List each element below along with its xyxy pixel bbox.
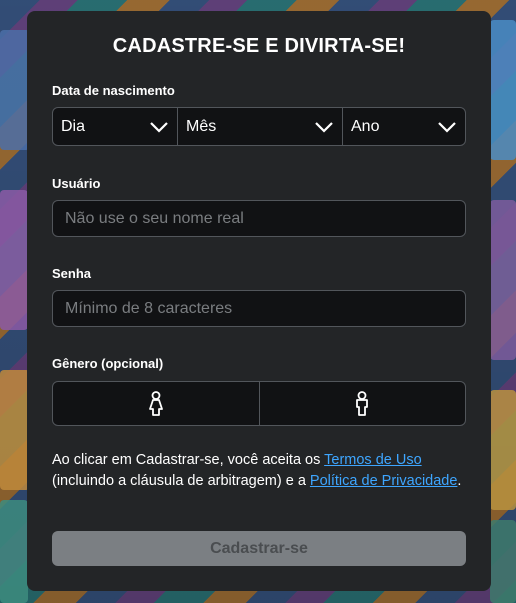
female-icon: [148, 390, 163, 416]
username-input[interactable]: Não use o seu nome real: [52, 200, 466, 237]
terms-suffix: .: [457, 473, 462, 489]
month-select[interactable]: Mês: [177, 108, 342, 145]
terms-notice: Ao clicar em Cadastrar-se, você aceita o…: [52, 450, 472, 492]
chevron-down-icon: [315, 122, 333, 133]
terms-of-use-link[interactable]: Termos de Uso: [324, 452, 422, 468]
day-select-value: Dia: [61, 118, 86, 135]
birthdate-selects: Dia Mês Ano: [52, 107, 466, 146]
password-label: Senha: [52, 266, 92, 281]
gender-female-button[interactable]: [53, 382, 259, 425]
privacy-policy-link[interactable]: Política de Privacidade: [310, 473, 458, 489]
terms-prefix: Ao clicar em Cadastrar-se, você aceita o…: [52, 452, 325, 468]
username-label: Usuário: [52, 176, 101, 191]
terms-middle: (incluindo a cláusula de arbitragem) e a: [52, 473, 310, 489]
year-select[interactable]: Ano: [342, 108, 465, 145]
chevron-down-icon: [438, 122, 456, 133]
day-select[interactable]: Dia: [53, 108, 177, 145]
gender-male-button[interactable]: [258, 382, 466, 425]
year-select-value: Ano: [351, 118, 380, 135]
signup-button[interactable]: Cadastrar-se: [52, 531, 466, 566]
birthdate-label: Data de nascimento: [52, 83, 175, 98]
gender-selector: [52, 381, 466, 426]
chevron-down-icon: [150, 122, 168, 133]
signup-card: CADASTRE-SE E DIVIRTA-SE! Data de nascim…: [27, 11, 491, 591]
month-select-value: Mês: [186, 118, 217, 135]
gender-label: Gênero (opcional): [52, 356, 164, 371]
signup-title: CADASTRE-SE E DIVIRTA-SE!: [112, 35, 406, 57]
male-icon: [356, 390, 369, 416]
password-input[interactable]: Mínimo de 8 caracteres: [52, 290, 466, 327]
